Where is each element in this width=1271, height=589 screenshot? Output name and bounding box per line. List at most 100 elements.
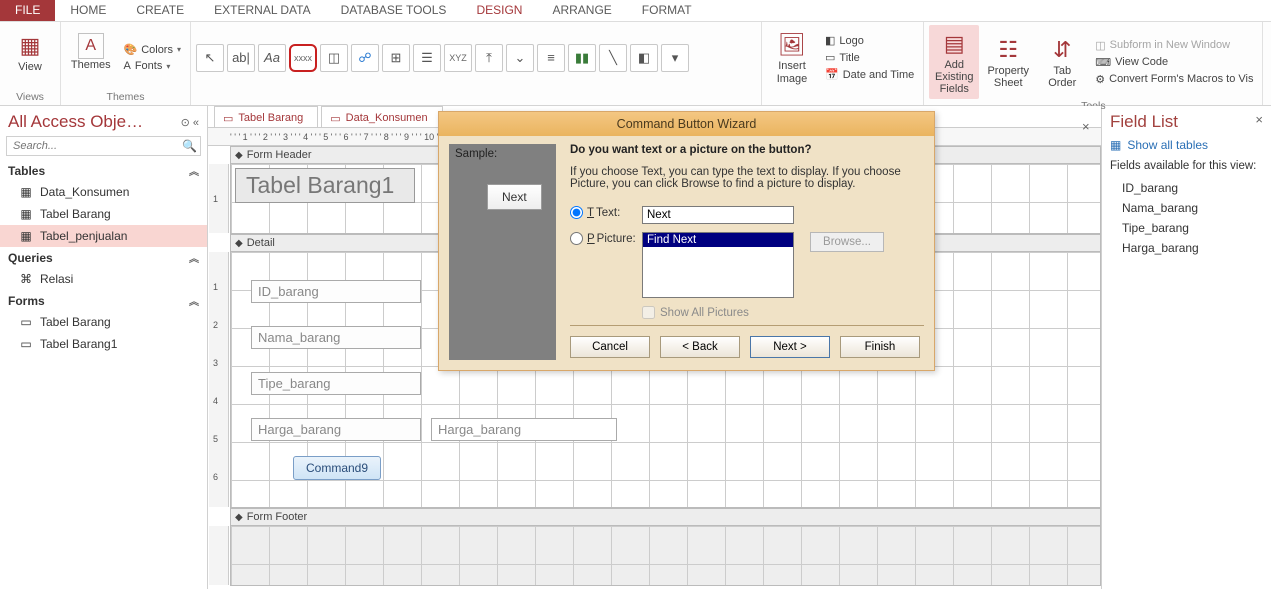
view-code-button[interactable]: ⌨View Code [1091,55,1257,70]
field-nama-barang[interactable]: Nama_barang [1110,198,1263,218]
nav-cat-tables[interactable]: Tables︽ [0,160,207,181]
calendar-icon: 📅 [825,68,839,81]
ctl-hyperlink[interactable]: ☍ [351,44,379,72]
colors-button[interactable]: 🎨Colors▾ [119,42,185,57]
ctl-pointer[interactable]: ↖ [196,44,224,72]
label-id-barang[interactable]: ID_barang [251,280,421,303]
ctl-xyz: XYZ [449,53,467,63]
show-all-pictures-check[interactable]: Show All Pictures [642,306,924,319]
tab-home[interactable]: HOME [55,0,121,21]
tab-arrange[interactable]: ARRANGE [537,0,626,21]
label-harga-barang[interactable]: Harga_barang [251,418,421,441]
ctl-optiongroup[interactable]: XYZ [444,44,472,72]
ctl-button[interactable]: xxxx [289,44,317,72]
ctl-navigation[interactable]: ☰ [413,44,441,72]
nav-query-relasi[interactable]: ⌘Relasi [0,268,207,290]
command-button-wizard-dialog: Command Button Wizard Sample: Next Do yo… [438,111,935,371]
field-harga-barang[interactable]: Harga_barang [1110,238,1263,258]
form-title-label[interactable]: Tabel Barang1 [235,168,415,203]
picture-item-find-next[interactable]: Find Next [643,233,793,247]
ctl-toggle[interactable]: ◧ [630,44,658,72]
radio-text[interactable] [570,206,583,219]
nav-label: Tabel Barang1 [40,337,117,351]
tab-design[interactable]: DESIGN [461,0,537,21]
next-button[interactable]: Next > [750,336,830,358]
section-header-label: Form Header [247,149,312,161]
ctl-textbox[interactable]: ab| [227,44,255,72]
tab-order-button[interactable]: ⇵ Tab Order [1037,31,1087,93]
text-input[interactable] [642,206,794,224]
option-text[interactable]: TText: [570,206,634,219]
datetime-button[interactable]: 📅 Date and Time [821,67,918,82]
ctl-pagebreak[interactable]: ⤒ [475,44,503,72]
nav-cat-queries[interactable]: Queries︽ [0,247,207,268]
nav-cat-forms[interactable]: Forms︽ [0,290,207,311]
finish-button[interactable]: Finish [840,336,920,358]
label-tipe-barang[interactable]: Tipe_barang [251,372,421,395]
add-existing-fields-button[interactable]: ▤ Add Existing Fields [929,25,979,99]
picture-list[interactable]: Find Next [642,232,794,298]
fonts-button[interactable]: AFonts▾ [119,59,185,73]
logo-button[interactable]: ◧Logo [821,33,918,48]
nav-table-data-konsumen[interactable]: ▦Data_Konsumen [0,181,207,203]
nav-search: 🔍 [6,136,201,156]
show-all-tables-link[interactable]: ▦Show all tables [1110,138,1263,152]
ctl-tab[interactable]: ◫ [320,44,348,72]
datetime-label: Date and Time [843,69,915,81]
ctl-line[interactable]: ╲ [599,44,627,72]
nav-table-tabel-barang[interactable]: ▦Tabel Barang [0,203,207,225]
nav-table-tabel-penjualan[interactable]: ▦Tabel_penjualan [0,225,207,247]
textbox-harga-barang[interactable]: Harga_barang [431,418,617,441]
field-list-title: Field List [1110,112,1263,132]
tab-format[interactable]: FORMAT [627,0,707,21]
dialog-titlebar[interactable]: Command Button Wizard [439,112,934,136]
subform-new-window-button[interactable]: ◫Subform in New Window [1091,38,1257,53]
ctl-chart[interactable]: ▮▮ [568,44,596,72]
ctl-label[interactable]: Aa [258,44,286,72]
dialog-close-x[interactable]: × [1082,119,1090,134]
doctab-data-konsumen[interactable]: ▭Data_Konsumen [321,106,442,127]
vertical-ruler [209,526,229,585]
themes-button[interactable]: A Themes [66,29,115,87]
field-id-barang[interactable]: ID_barang [1110,178,1263,198]
ctl-listbox[interactable]: ≡ [537,44,565,72]
nav-form-tabel-barang[interactable]: ▭Tabel Barang [0,311,207,333]
form-icon: ▭ [330,112,340,125]
title-button[interactable]: ▭Title [821,50,918,65]
back-button[interactable]: < Back [660,336,740,358]
radio-picture[interactable] [570,232,583,245]
ctl-combobox[interactable]: ⌄ [506,44,534,72]
field-tipe-barang[interactable]: Tipe_barang [1110,218,1263,238]
label-nama-barang[interactable]: Nama_barang [251,326,421,349]
fonts-label: Fonts [135,60,163,72]
title-icon: ▭ [825,51,835,64]
nav-collapse-icon[interactable]: ⊙ « [181,116,199,129]
prop-sheet-label: Property Sheet [987,65,1029,89]
tab-external-data[interactable]: EXTERNAL DATA [199,0,325,21]
view-button[interactable]: ▦ View [5,27,55,89]
tab-file[interactable]: FILE [0,0,55,21]
section-form-footer[interactable]: ◆Form Footer [230,508,1101,526]
search-icon[interactable]: 🔍 [182,139,197,153]
controls-gallery: ↖ ab| Aa xxxx ◫ ☍ ⊞ ☰ XYZ ⤒ ⌄ ≡ ▮▮ ╲ ◧ ▾ [196,44,756,72]
tab-database-tools[interactable]: DATABASE TOOLS [326,0,462,21]
property-sheet-button[interactable]: ☷ Property Sheet [983,31,1033,93]
doctab-tabel-barang[interactable]: ▭Tabel Barang [214,106,318,127]
convert-macros-button[interactable]: ⚙Convert Form's Macros to Vis [1091,72,1257,87]
show-all-pics-label: Show All Pictures [660,307,749,319]
wizard-description: If you choose Text, you can type the tex… [570,166,924,190]
ctl-webbrowser[interactable]: ⊞ [382,44,410,72]
nav-form-tabel-barang1[interactable]: ▭Tabel Barang1 [0,333,207,355]
nav-label: Tabel Barang [40,315,111,329]
opt-pic-label: Picture: [597,233,636,245]
cancel-button[interactable]: Cancel [570,336,650,358]
search-input[interactable] [6,136,201,156]
sample-preview: Sample: Next [449,144,556,360]
tab-create[interactable]: CREATE [121,0,199,21]
command9-button[interactable]: Command9 [293,456,381,480]
nav-label: Tabel Barang [40,207,111,221]
taborder-icon: ⇵ [1047,35,1077,65]
ctl-more[interactable]: ▾ [661,44,689,72]
insert-image-button[interactable]: 🖼 Insert Image [767,26,817,88]
option-picture[interactable]: PPicture: [570,232,634,245]
